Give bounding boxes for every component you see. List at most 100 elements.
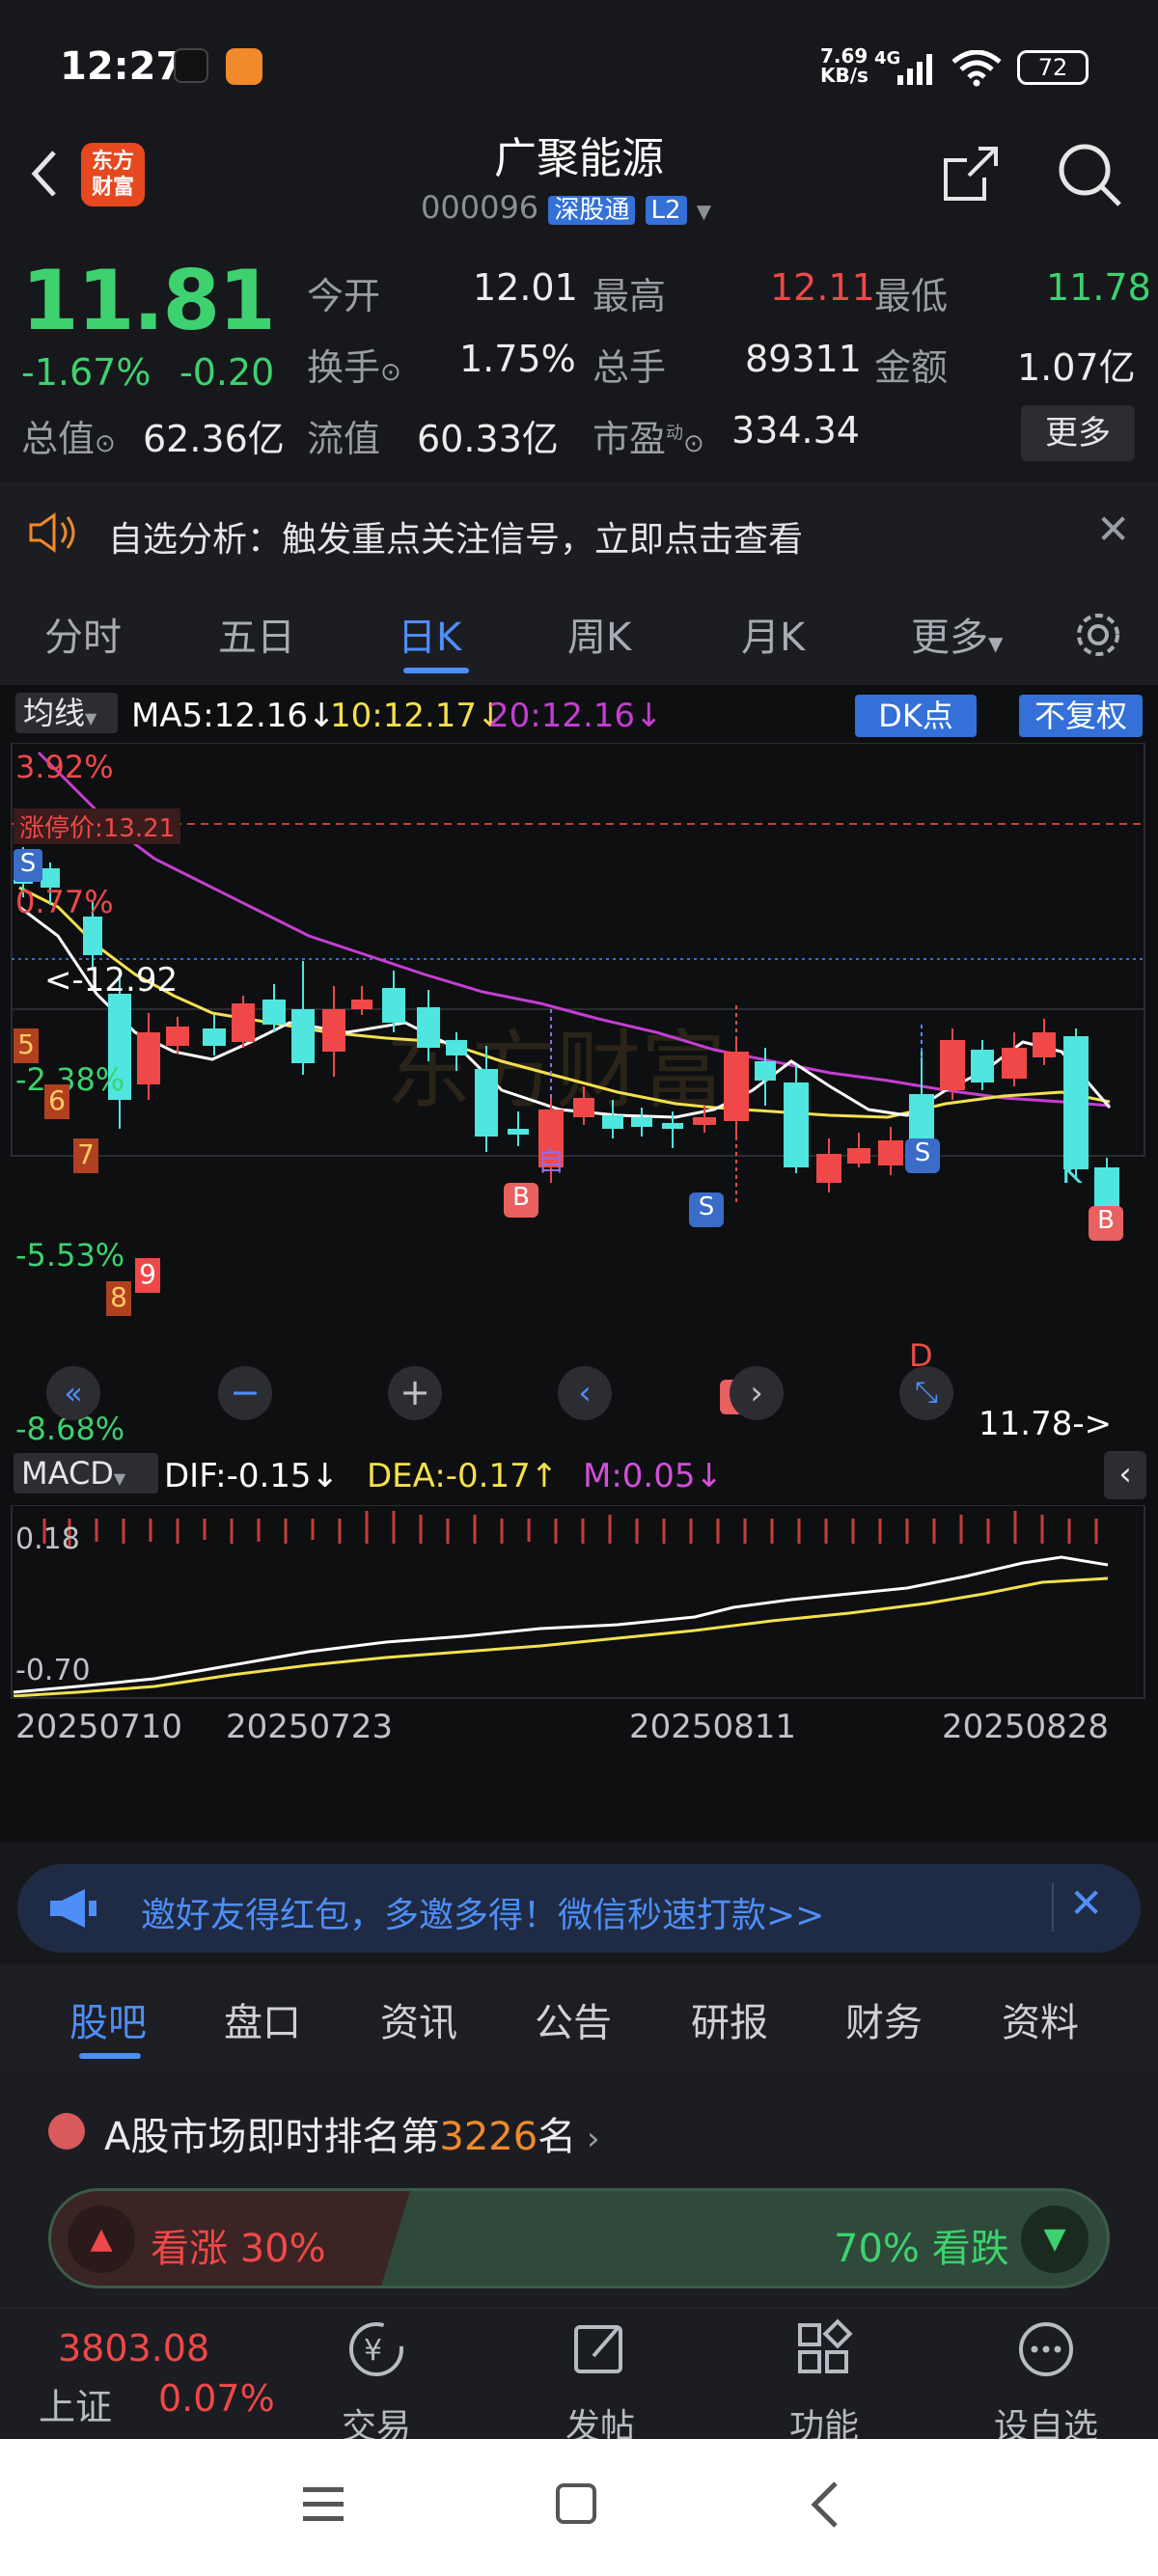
adjust-button[interactable]: 不复权 [1019,695,1143,737]
tab-orderbook[interactable]: 盘口 [224,1991,301,2047]
tiktok-icon [174,48,208,83]
tab-intraday[interactable]: 分时 [44,606,122,662]
fullscreen-icon[interactable]: ⤡ [899,1366,953,1420]
status-time: 12:27 [60,44,183,89]
tab-monthly-k[interactable]: 月K [741,606,805,662]
shield-app-icon [226,48,262,85]
amount-label: 金额 [874,346,949,389]
volume-value: 89311 [745,338,862,380]
dk-point-button[interactable]: DK点 [855,695,977,737]
notice-text: 自选分析：触发重点关注信号，立即点击查看 [108,520,804,560]
ma-selector[interactable]: 均线▼ [15,693,118,733]
svg-text:¥: ¥ [364,2334,382,2368]
tab-forum[interactable]: 股吧 [69,1991,147,2047]
apps-icon[interactable] [747,2317,901,2385]
close-icon[interactable]: ✕ [1069,1879,1103,1927]
wifi-icon [951,49,1002,91]
chevron-down-icon: ▼ [988,632,1004,655]
sell-marker[interactable]: S [689,1192,724,1227]
tab-weekly-k[interactable]: 周K [567,606,631,662]
ma20-legend: 20:12.16↓ [488,697,663,735]
tab-finance[interactable]: 财务 [845,1991,923,2047]
chevron-down-icon: ▼ [85,709,97,727]
tab-five-day[interactable]: 五日 [218,606,295,662]
home-icon[interactable] [554,2481,600,2532]
axis-label-top: 3.92% [15,749,114,785]
date-label: 20250710 [15,1708,183,1746]
sell-marker[interactable]: S [14,849,42,882]
pe-label: 市盈动⊙ [593,418,704,460]
current-price: 11.81 [21,253,276,349]
collapse-panel-button[interactable]: ‹ [1104,1451,1146,1499]
index-name: 上证 [39,2386,113,2428]
speaker-icon [27,511,77,558]
more-button[interactable]: 更多 [1021,405,1135,461]
divider [1052,1883,1054,1932]
scroll-right-button[interactable]: › [730,1366,784,1420]
change-percent: -1.67% [21,351,152,394]
axis-label-2: 0.77% [15,884,114,920]
tab-research[interactable]: 研报 [691,1991,768,2047]
open-label: 今开 [307,275,381,317]
index-value[interactable]: 3803.08 [58,2327,209,2370]
mktcap-label: 总值⊙ [21,418,116,460]
post-icon[interactable] [523,2317,677,2385]
self-marker: 自 [537,1145,565,1177]
close-icon[interactable]: ✕ [1096,506,1130,553]
kline-chart-panel[interactable]: 均线▼ MA5:12.16↓ 10:12.17↓ 20:12.16↓ DK点 不… [0,685,1158,1843]
tab-daily-k[interactable]: 日K [398,606,461,662]
signal-label: 6 [44,1084,69,1119]
status-bar: 12:27 7.69 KB/s 4G 72 [0,0,1158,135]
sell-marker[interactable]: S [905,1138,940,1173]
ranking-panel: A股市场即时排名第3226名 › ▲ 看涨 30% 70% 看跌 ▼ [0,2072,1158,2314]
buy-marker[interactable]: B [504,1183,538,1218]
zoom-in-button[interactable]: + [388,1366,442,1420]
zoom-out-button[interactable]: − [218,1366,272,1420]
menu-icon[interactable] [301,2483,347,2530]
bear-button[interactable]: ▼ [1021,2206,1089,2273]
scroll-left-fast-button[interactable]: « [46,1366,100,1420]
high-price-marker: <-12.92 [44,961,179,1000]
low-label: 最低 [874,275,949,317]
more-dots-icon[interactable] [969,2317,1123,2385]
signal-label: 5 [14,1028,39,1063]
tab-profile[interactable]: 资料 [1002,1991,1079,2047]
network-speed: 7.69 KB/s [820,44,868,87]
date-label: 20250723 [226,1708,394,1746]
trade-icon[interactable]: ¥ [299,2317,454,2385]
scroll-left-button[interactable]: ‹ [558,1366,612,1420]
date-label: 20250828 [942,1708,1110,1746]
active-tab-indicator [403,668,469,673]
low-price-marker: 11.78-> [979,1405,1113,1443]
open-value: 12.01 [473,266,578,309]
settings-button[interactable] [1073,610,1123,664]
system-nav-bar [0,2439,1158,2576]
tab-announcements[interactable]: 公告 [535,1991,612,2047]
promo-banner[interactable]: 邀好友得红包，多邀多得！微信秒速打款>> ✕ [17,1864,1141,1953]
tab-news[interactable]: 资讯 [380,1991,457,2047]
dif-legend: DIF:-0.15↓ [164,1457,340,1495]
axis-label-3: -2.38% [15,1061,125,1098]
chevron-right-icon: › [576,2120,600,2158]
notice-bar[interactable]: 自选分析：触发重点关注信号，立即点击查看 ✕ [0,482,1158,583]
indicator-selector[interactable]: MACD▼ [14,1453,158,1494]
signal-label: 8 [106,1281,131,1316]
tab-more[interactable]: 更多▼ [911,606,1003,662]
turnover-label: 换手⊙ [307,346,401,389]
axis-label-4: -5.53% [15,1237,125,1274]
high-label: 最高 [593,275,667,317]
buy-marker[interactable]: B [1089,1206,1123,1241]
chevron-down-icon: ▼ [696,200,712,223]
share-button[interactable] [940,143,1002,208]
change-amount: -0.20 [179,351,275,394]
search-button[interactable] [1056,141,1123,212]
stock-code-line[interactable]: 000096 深股通 L2 ▼ [421,189,711,226]
bull-button[interactable]: ▲ [68,2206,135,2273]
ranking-text[interactable]: A股市场即时排名第3226名 › [104,2105,600,2161]
back-icon[interactable] [807,2480,845,2534]
gear-icon [1077,614,1119,656]
promo-text: 邀好友得红包，多邀多得！微信秒速打款>> [141,1896,825,1935]
signal-icon [897,54,938,89]
ranking-icon [48,2113,85,2150]
badge-level2: L2 [645,196,687,225]
